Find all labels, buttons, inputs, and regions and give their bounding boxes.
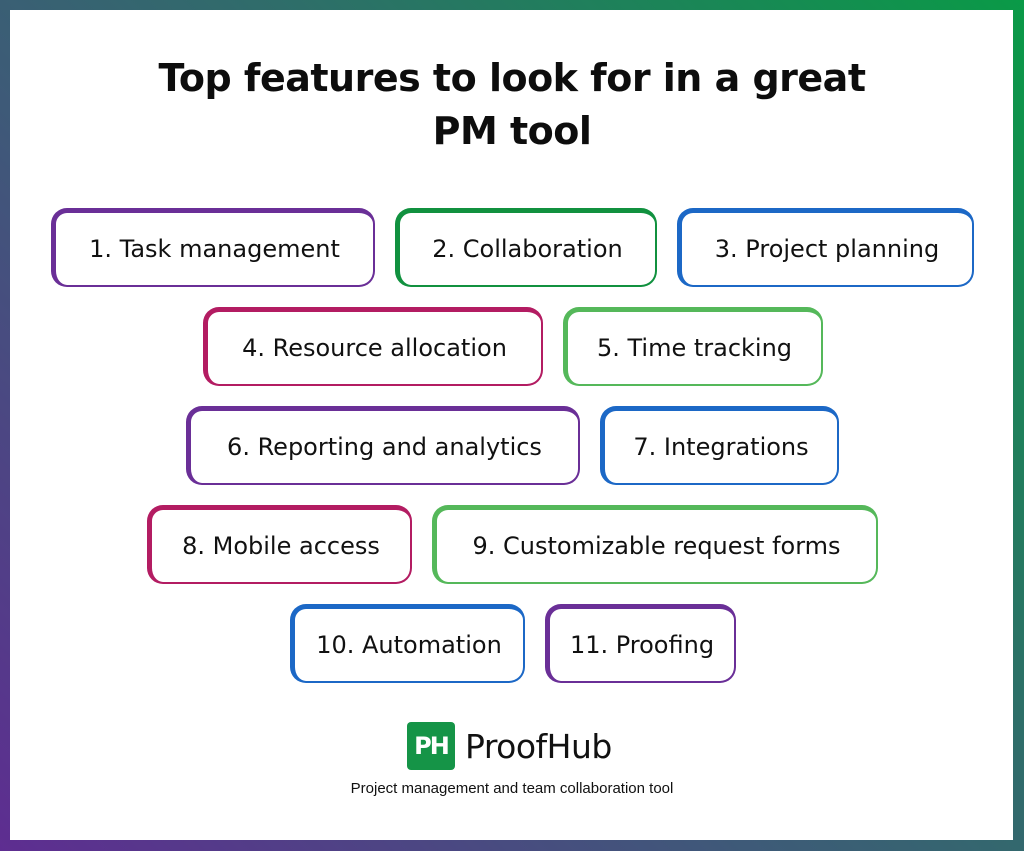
feature-label: 11. Proofing bbox=[569, 631, 715, 659]
brand-tagline: Project management and team collaboratio… bbox=[350, 780, 674, 797]
feature-pill-reporting-analytics: 6. Reporting and analytics bbox=[186, 406, 580, 485]
feature-label: 1. Task management bbox=[89, 235, 340, 263]
feature-label: 2. Collaboration bbox=[432, 235, 623, 263]
feature-pill-mobile-access: 8. Mobile access bbox=[147, 505, 412, 584]
feature-label: 7. Integrations bbox=[633, 433, 809, 461]
feature-label: 6. Reporting and analytics bbox=[227, 433, 542, 461]
feature-label: 8. Mobile access bbox=[182, 532, 380, 560]
page-title: Top features to look for in a great PM t… bbox=[0, 52, 1024, 158]
feature-label: 5. Time tracking bbox=[596, 334, 793, 362]
brand-name: ProofHub bbox=[465, 726, 612, 766]
feature-pill-collaboration: 2. Collaboration bbox=[395, 208, 657, 287]
feature-pill-time-tracking: 5. Time tracking bbox=[563, 307, 823, 386]
feature-pill-resource-allocation: 4. Resource allocation bbox=[203, 307, 543, 386]
feature-label: 9. Customizable request forms bbox=[472, 532, 841, 560]
feature-pill-integrations: 7. Integrations bbox=[600, 406, 839, 485]
feature-label: 10. Automation bbox=[316, 631, 502, 659]
brand-lockup: PH ProofHub bbox=[407, 722, 612, 770]
title-line-1: Top features to look for in a great bbox=[158, 56, 867, 100]
feature-pill-customizable-request-forms: 9. Customizable request forms bbox=[432, 505, 878, 584]
feature-pill-automation: 10. Automation bbox=[290, 604, 525, 683]
logo-text: PH bbox=[414, 732, 450, 760]
feature-pill-task-management: 1. Task management bbox=[51, 208, 375, 287]
feature-label: 4. Resource allocation bbox=[242, 334, 507, 362]
title-line-2: PM tool bbox=[432, 109, 592, 153]
proofhub-logo-icon: PH bbox=[407, 722, 455, 770]
feature-label: 3. Project planning bbox=[714, 235, 940, 263]
feature-pill-proofing: 11. Proofing bbox=[545, 604, 736, 683]
feature-pill-project-planning: 3. Project planning bbox=[677, 208, 974, 287]
